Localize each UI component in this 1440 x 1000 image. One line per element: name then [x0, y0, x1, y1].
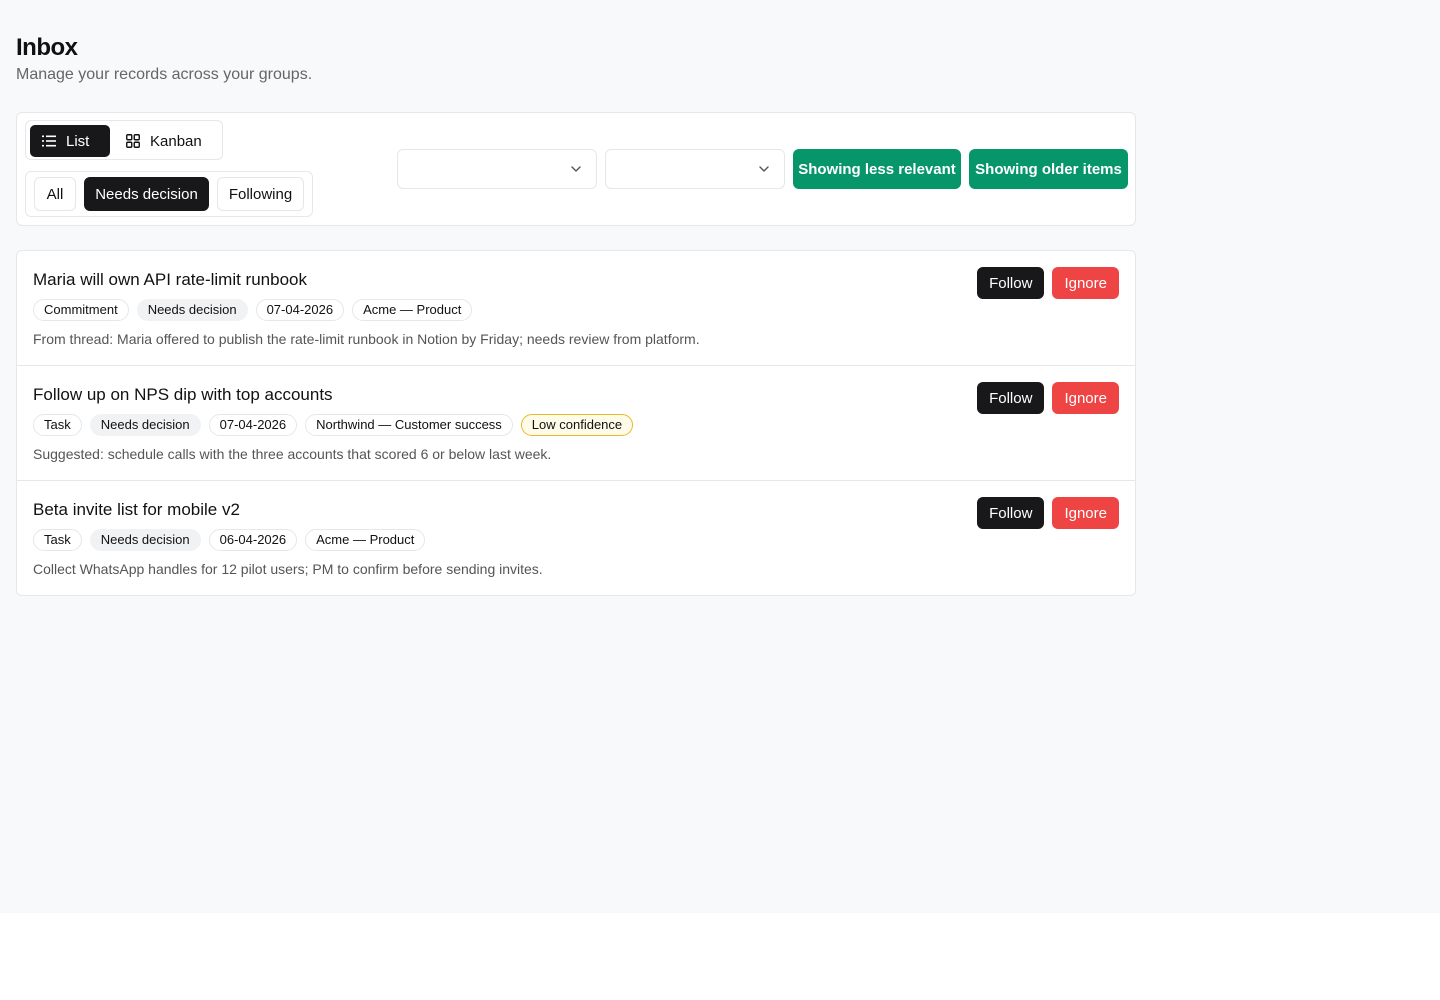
inbox-list: Maria will own API rate-limit runbook Co…: [16, 250, 1136, 596]
kanban-view-label: Kanban: [150, 132, 202, 150]
list-item: Beta invite list for mobile v2 Task Need…: [17, 481, 1135, 595]
type-tag: Task: [33, 414, 82, 436]
item-description: Suggested: schedule calls with the three…: [33, 446, 552, 462]
grid-icon: [126, 134, 140, 148]
item-tags: Task Needs decision 06-04-2026 Acme — Pr…: [33, 529, 426, 551]
item-description: From thread: Maria offered to publish th…: [33, 331, 700, 347]
item-tags: Task Needs decision 07-04-2026 Northwind…: [33, 414, 634, 436]
group-tag: Acme — Product: [305, 529, 426, 551]
group-select[interactable]: [397, 149, 597, 189]
date-tag: 07-04-2026: [208, 414, 298, 436]
filter-all[interactable]: All: [34, 177, 76, 211]
show-less-relevant-button[interactable]: Showing less relevant: [793, 149, 961, 189]
list-view-label: List: [66, 132, 90, 150]
chevron-down-icon: [571, 166, 581, 172]
item-title: Maria will own API rate-limit runbook: [33, 270, 307, 289]
list-item: Maria will own API rate-limit runbook Co…: [17, 251, 1135, 366]
item-description: Collect WhatsApp handles for 12 pilot us…: [33, 561, 543, 577]
follow-button[interactable]: Follow: [977, 497, 1045, 529]
filter-following[interactable]: Following: [217, 177, 304, 211]
list-item: Follow up on NPS dip with top accounts T…: [17, 366, 1135, 481]
status-tag: Needs decision: [136, 299, 248, 321]
chevron-down-icon: [759, 166, 769, 172]
filter-needs-decision[interactable]: Needs decision: [84, 177, 209, 211]
date-tag: 06-04-2026: [208, 529, 298, 551]
page-subtitle: Manage your records across your groups.: [16, 66, 313, 83]
item-actions: Follow Ignore: [977, 267, 1119, 299]
group-tag: Northwind — Customer success: [305, 414, 513, 436]
type-tag: Task: [33, 529, 82, 551]
page-header: Inbox Manage your records across your gr…: [16, 32, 312, 86]
ignore-button[interactable]: Ignore: [1052, 497, 1119, 529]
item-title: Follow up on NPS dip with top accounts: [33, 385, 333, 404]
status-tag: Needs decision: [89, 529, 201, 551]
item-title: Beta invite list for mobile v2: [33, 500, 240, 519]
view-toggle: List Kanban: [25, 120, 223, 160]
show-older-items-button[interactable]: Showing older items: [969, 149, 1128, 189]
ignore-button[interactable]: Ignore: [1052, 267, 1119, 299]
status-tag: Needs decision: [89, 414, 201, 436]
ignore-button[interactable]: Ignore: [1052, 382, 1119, 414]
item-actions: Follow Ignore: [977, 497, 1119, 529]
list-view-button[interactable]: List: [30, 125, 110, 157]
group-tag: Acme — Product: [352, 299, 473, 321]
date-tag: 07-04-2026: [255, 299, 345, 321]
type-tag: Commitment: [33, 299, 129, 321]
item-actions: Follow Ignore: [977, 382, 1119, 414]
list-icon: [42, 135, 56, 147]
confidence-badge: Low confidence: [520, 414, 634, 436]
kanban-view-button[interactable]: Kanban: [114, 125, 218, 157]
follow-button[interactable]: Follow: [977, 382, 1045, 414]
filter-tabs: All Needs decision Following: [25, 171, 313, 217]
item-tags: Commitment Needs decision 07-04-2026 Acm…: [33, 299, 473, 321]
page-title: Inbox: [16, 34, 78, 61]
inbox-page: Inbox Manage your records across your gr…: [0, 0, 1440, 913]
follow-button[interactable]: Follow: [977, 267, 1045, 299]
toolbar: List Kanban All Needs decision Following: [16, 112, 1136, 226]
type-select[interactable]: [605, 149, 785, 189]
